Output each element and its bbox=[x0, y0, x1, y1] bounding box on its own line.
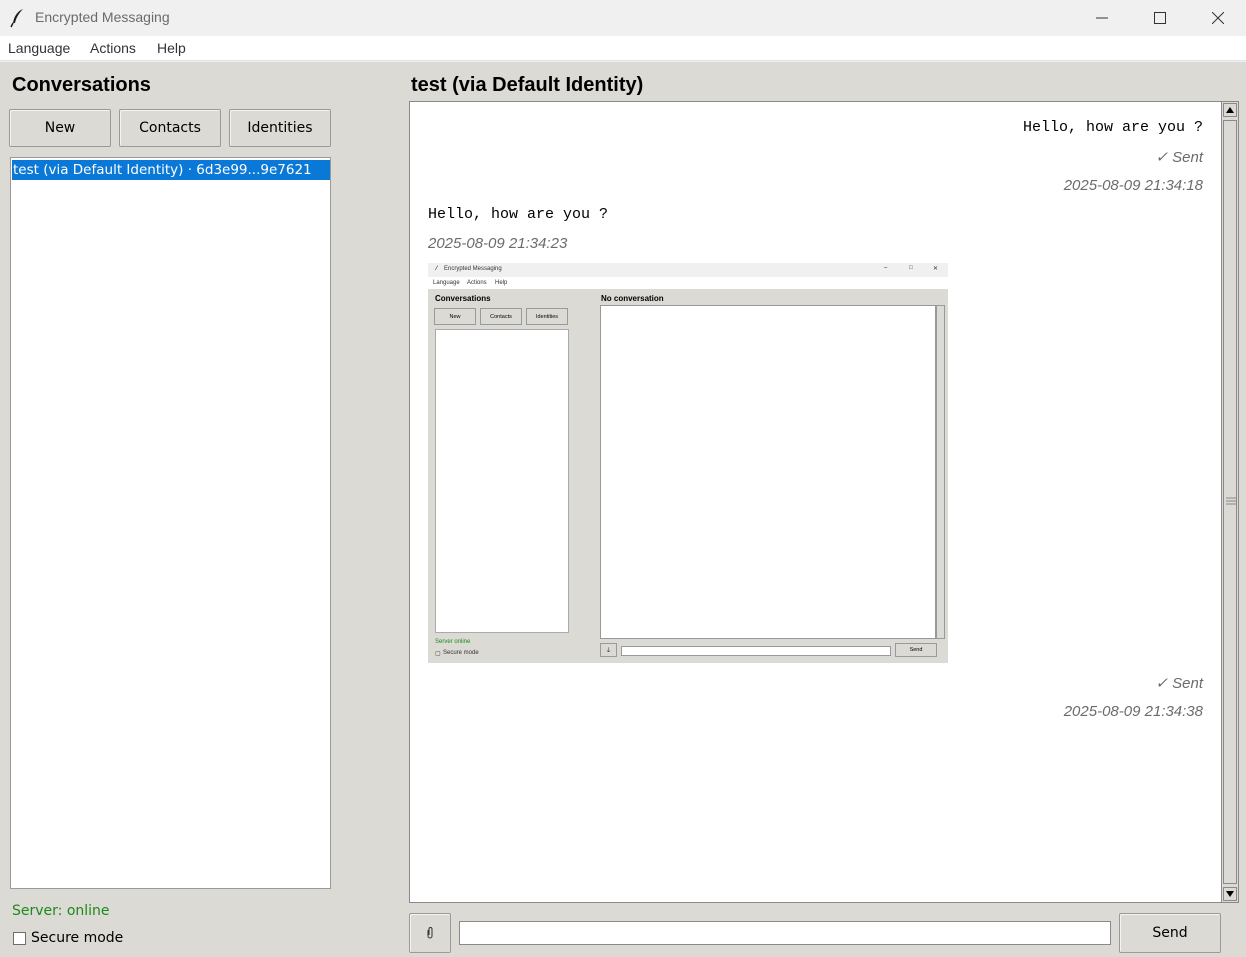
message-text-incoming: Hello, how are you ? bbox=[428, 206, 609, 223]
conversation-item-test[interactable]: test (via Default Identity) · 6d3e99...9… bbox=[12, 160, 330, 180]
contacts-button[interactable]: Contacts bbox=[119, 109, 221, 147]
secure-mode-checkbox[interactable] bbox=[13, 932, 26, 945]
scroll-down-button[interactable] bbox=[1223, 887, 1237, 901]
thumb-contacts-button: Contacts bbox=[480, 308, 522, 325]
thumb-menu-help: Help bbox=[495, 280, 508, 286]
message-status: ✓ Sent bbox=[1155, 675, 1203, 692]
minimize-icon bbox=[1096, 17, 1108, 19]
main-area: Conversations New Contacts Identities te… bbox=[0, 62, 1246, 957]
secure-mode-label: Secure mode bbox=[31, 930, 124, 946]
maximize-button[interactable] bbox=[1131, 0, 1189, 36]
thumb-checkbox-icon: ▢ bbox=[435, 651, 441, 657]
scroll-up-button[interactable] bbox=[1223, 103, 1237, 117]
thumb-secure-mode-label: Secure mode bbox=[443, 650, 479, 656]
window-title: Encrypted Messaging bbox=[35, 9, 170, 25]
message-input[interactable] bbox=[459, 921, 1111, 945]
thumb-menu-bar: Language Actions Help bbox=[428, 277, 948, 289]
message-timestamp: 2025-08-09 21:34:18 bbox=[1063, 177, 1203, 194]
message-timestamp: 2025-08-09 21:34:38 bbox=[1063, 703, 1203, 720]
close-icon bbox=[1212, 12, 1224, 24]
close-button[interactable] bbox=[1189, 0, 1246, 36]
thumb-attach-button: ⏚ bbox=[600, 643, 617, 657]
grip-icon bbox=[1226, 497, 1236, 505]
conversations-title: Conversations bbox=[12, 74, 151, 96]
conversation-list[interactable]: test (via Default Identity) · 6d3e99...9… bbox=[10, 157, 331, 889]
thumb-send-button: Send bbox=[895, 643, 937, 657]
menu-language[interactable]: Language bbox=[8, 40, 70, 56]
title-bar: Encrypted Messaging bbox=[0, 0, 1246, 36]
identities-button[interactable]: Identities bbox=[229, 109, 331, 147]
menu-actions[interactable]: Actions bbox=[90, 40, 136, 56]
message-text-outgoing: Hello, how are you ? bbox=[1022, 119, 1203, 136]
thumb-menu-actions: Actions bbox=[467, 280, 487, 286]
thumb-chat-title: No conversation bbox=[601, 294, 664, 303]
thumb-conversation-list bbox=[435, 329, 569, 633]
thumb-title-bar: ⁄ Encrypted Messaging – □ ✕ bbox=[428, 263, 948, 277]
arrow-up-icon bbox=[1226, 107, 1234, 113]
thumb-new-button: New bbox=[434, 308, 476, 325]
thumb-server-status: Server online bbox=[435, 639, 471, 645]
attach-button[interactable] bbox=[409, 913, 451, 953]
chat-scrollbar[interactable] bbox=[1221, 101, 1239, 903]
scroll-thumb[interactable] bbox=[1223, 120, 1237, 884]
thumb-close-icon: ✕ bbox=[933, 266, 939, 272]
message-timestamp: 2025-08-09 21:34:23 bbox=[428, 235, 568, 252]
thumb-window-title: Encrypted Messaging bbox=[444, 266, 502, 272]
paperclip-icon bbox=[427, 927, 433, 939]
thumb-chat-history bbox=[600, 305, 936, 639]
maximize-icon bbox=[1154, 12, 1166, 24]
thumb-minimize-icon: – bbox=[884, 265, 888, 271]
thumb-message-input bbox=[621, 646, 891, 656]
thumb-menu-language: Language bbox=[433, 280, 460, 286]
chat-title: test (via Default Identity) bbox=[411, 74, 644, 96]
send-button[interactable]: Send bbox=[1119, 913, 1221, 953]
menu-bar: Language Actions Help bbox=[0, 36, 1246, 61]
server-status: Server: online bbox=[12, 903, 110, 919]
message-status: ✓ Sent bbox=[1155, 149, 1203, 166]
thumb-scrollbar bbox=[936, 305, 945, 639]
thumb-feather-icon: ⁄ bbox=[436, 266, 438, 272]
thumb-identities-button: Identities bbox=[526, 308, 568, 325]
thumb-maximize-icon: □ bbox=[909, 265, 913, 271]
attached-image[interactable]: ⁄ Encrypted Messaging – □ ✕ Language Act… bbox=[428, 263, 948, 663]
new-button[interactable]: New bbox=[9, 109, 111, 147]
thumb-conversations-title: Conversations bbox=[435, 294, 491, 303]
feather-icon bbox=[10, 9, 23, 28]
minimize-button[interactable] bbox=[1073, 0, 1131, 36]
arrow-down-icon bbox=[1226, 891, 1234, 897]
menu-help[interactable]: Help bbox=[157, 40, 186, 56]
